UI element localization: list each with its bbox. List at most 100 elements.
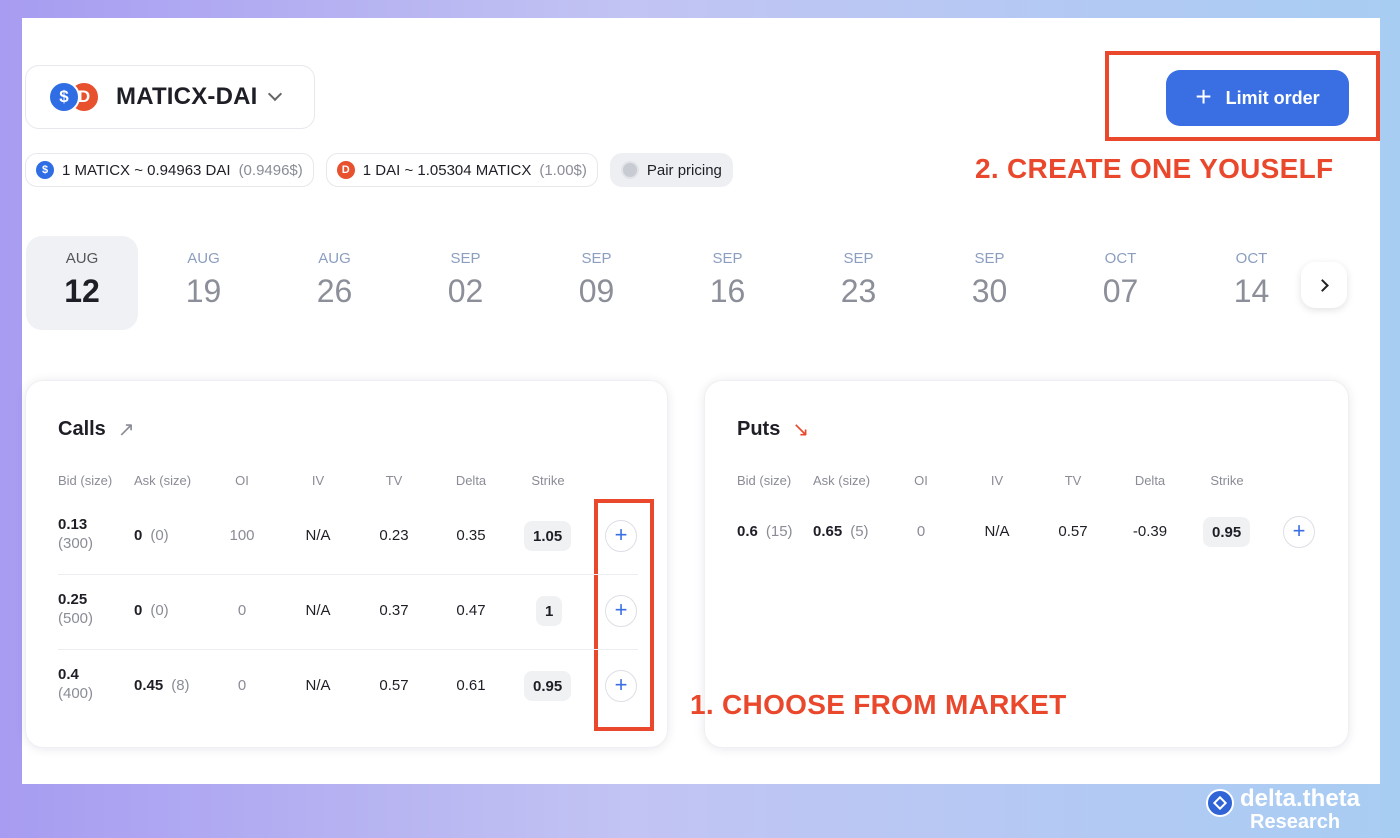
expiry-date-sep-09[interactable]: SEP 09 (531, 236, 662, 330)
calls-title-label: Calls (58, 418, 106, 440)
column-header-bid: Bid (size) (737, 473, 792, 488)
ask-value: 0 (134, 527, 143, 544)
next-dates-button[interactable] (1301, 262, 1347, 308)
expiry-date-aug-26[interactable]: AUG 26 (269, 236, 400, 330)
delta-cell: -0.39 (1132, 523, 1168, 540)
ask-value: 0.45 (134, 677, 164, 694)
column-header-delta: Delta (1134, 473, 1166, 488)
oi-cell: 0 (237, 677, 247, 694)
price-text: 1 MATICX ~ 0.94963 DAI (62, 161, 231, 179)
expiry-date-aug-19[interactable]: AUG 19 (138, 236, 269, 330)
oi-cell: 0 (237, 602, 247, 619)
bid-cell: 0.6 (15) (737, 523, 793, 540)
date-day: 09 (578, 273, 615, 309)
column-header-tv: TV (1064, 473, 1082, 488)
ask-value: 0 (134, 602, 143, 619)
ask-size: (0) (150, 602, 169, 619)
brand-logo: delta.theta Research (1206, 786, 1360, 832)
date-month: SEP (974, 250, 1005, 267)
bid-value: 0.6 (737, 523, 758, 540)
date-day: 14 (1233, 273, 1270, 309)
brand-line2: Research (1250, 811, 1341, 833)
ask-size: (5) (850, 523, 869, 540)
pair-token-icons: D $ (46, 77, 104, 117)
bid-value: 0.13 (58, 516, 88, 533)
strike-badge: 1.05 (524, 521, 572, 551)
column-header-ask: Ask (size) (813, 473, 871, 488)
add-to-order-button[interactable]: + (605, 670, 637, 702)
date-month: SEP (712, 250, 743, 267)
row-divider (58, 574, 638, 575)
tv-cell: 0.57 (1058, 523, 1088, 540)
iv-cell: N/A (305, 677, 331, 694)
column-header-strike: Strike (1210, 473, 1244, 488)
ask-cell: 0.65 (5) (813, 523, 869, 540)
date-day: 16 (709, 273, 746, 309)
puts-title: Puts ↘ (737, 417, 809, 442)
iv-cell: N/A (305, 602, 331, 619)
price-text: 1 DAI ~ 1.05304 MATICX (362, 161, 532, 179)
pair-pricing-label: Pair pricing (646, 161, 722, 179)
date-month: AUG (187, 250, 220, 267)
column-header-bid: Bid (size) (58, 473, 113, 488)
date-month: AUG (318, 250, 351, 267)
add-to-order-button[interactable]: + (605, 520, 637, 552)
tv-cell: 0.23 (379, 527, 409, 544)
pair-pricing-button[interactable]: Pair pricing (609, 153, 733, 187)
column-header-iv: IV (990, 473, 1004, 488)
expiry-date-sep-02[interactable]: SEP 02 (400, 236, 531, 330)
date-month: SEP (581, 250, 612, 267)
price-usd: (1.00$) (539, 161, 587, 179)
pair-name: MATICX-DAI (116, 83, 258, 110)
pair-pricing-icon (620, 161, 639, 179)
bid-size: (400) (58, 685, 94, 702)
date-day: 30 (971, 273, 1008, 309)
expiry-date-sep-30[interactable]: SEP 30 (924, 236, 1055, 330)
bid-cell: 0.13 (300) (58, 516, 93, 552)
iv-cell: N/A (984, 523, 1010, 540)
expiry-date-oct-14[interactable]: OCT 14 (1186, 236, 1317, 330)
date-day: 23 (840, 273, 877, 309)
limit-order-button[interactable]: + Limit order (1166, 70, 1349, 126)
expiry-date-sep-16[interactable]: SEP 16 (662, 236, 793, 330)
chevron-down-icon (267, 86, 282, 102)
expiry-date-oct-07[interactable]: OCT 07 (1055, 236, 1186, 330)
ask-cell: 0 (0) (134, 602, 169, 619)
strike-badge: 0.95 (1203, 517, 1251, 547)
add-to-order-button[interactable]: + (605, 595, 637, 627)
date-day: 12 (64, 273, 100, 309)
date-day: 19 (185, 273, 222, 309)
bid-size: (15) (765, 523, 793, 540)
brand-line1: delta.theta (1240, 785, 1361, 812)
bid-size: (500) (58, 610, 94, 627)
bid-cell: 0.25 (500) (58, 591, 93, 627)
date-day: 02 (447, 273, 484, 309)
column-header-strike: Strike (531, 473, 565, 488)
column-header-tv: TV (385, 473, 403, 488)
column-header-delta: Delta (455, 473, 487, 488)
ask-cell: 0 (0) (134, 527, 169, 544)
row-divider (58, 649, 638, 650)
column-header-oi: OI (235, 473, 249, 488)
puts-title-label: Puts (737, 418, 781, 440)
oi-cell: 100 (229, 527, 255, 544)
expiry-date-aug-12[interactable]: AUG 12 (26, 236, 138, 330)
column-header-oi: OI (914, 473, 928, 488)
bid-cell: 0.4 (400) (58, 666, 93, 702)
date-month: AUG (65, 250, 99, 267)
bid-value: 0.25 (58, 591, 88, 608)
limit-order-label: Limit order (1225, 87, 1320, 108)
chevron-right-icon (1315, 278, 1329, 292)
delta-cell: 0.61 (456, 677, 486, 694)
expiry-date-sep-23[interactable]: SEP 23 (793, 236, 924, 330)
plus-icon: + (1195, 80, 1212, 112)
date-day: 07 (1102, 273, 1139, 309)
delta-theta-logo-icon (1206, 789, 1234, 817)
add-to-order-button[interactable]: + (1283, 516, 1315, 548)
bid-value: 0.4 (58, 666, 79, 683)
price-row: $ 1 MATICX ~ 0.94963 DAI (0.9496$) D 1 D… (25, 153, 733, 187)
date-month: SEP (450, 250, 481, 267)
column-header-ask: Ask (size) (134, 473, 192, 488)
oi-cell: 0 (916, 523, 926, 540)
pair-selector[interactable]: D $ MATICX-DAI (25, 65, 315, 129)
